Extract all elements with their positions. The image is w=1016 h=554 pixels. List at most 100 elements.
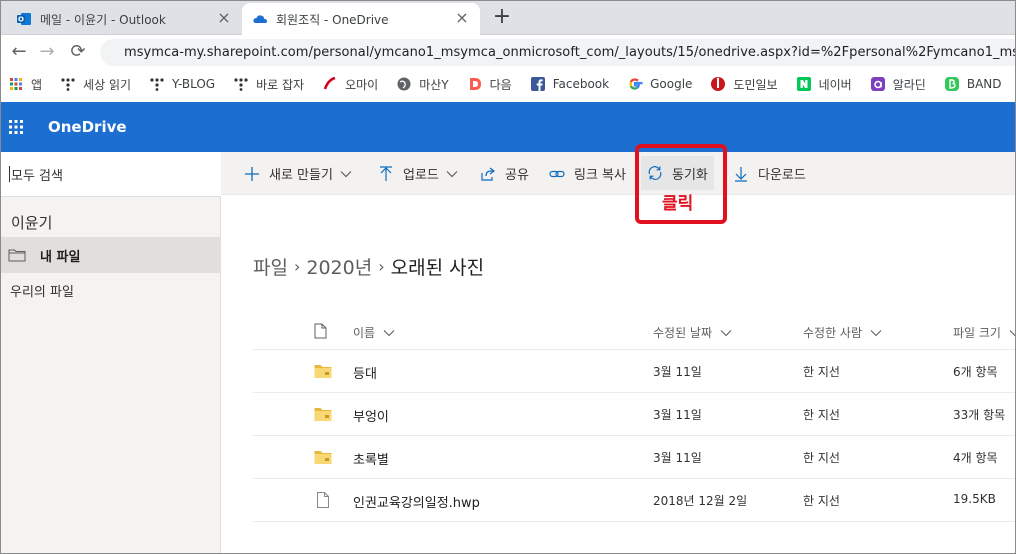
back-icon[interactable]: ← [8,41,30,63]
bookmark-item[interactable]: Google [627,76,692,92]
column-label: 수정한 사람 [803,326,863,340]
chevron-right-icon: › [378,257,385,276]
column-header-size[interactable]: 파일 크기 [953,324,1016,341]
chevron-down-icon [870,329,882,336]
nav-item-my-files[interactable]: 내 파일 [0,237,221,273]
download-label: 다운로드 [758,168,806,183]
plus-icon [245,166,259,181]
address-bar[interactable]: msymca-my.sharepoint.com/personal/ymcano… [100,39,1016,66]
new-button[interactable]: 새로 만들기 [244,152,352,195]
table-row[interactable]: 부엉이 3월 11일 한 지선 33개 항목 [253,393,1016,436]
modified-date: 3월 11일 [653,365,702,379]
ohmy-icon [323,76,336,90]
bookmark-label: 세상 읽기 [83,77,132,92]
modified-by: 한 지선 [803,408,840,422]
modified-date: 3월 11일 [653,408,702,422]
globe-icon [397,77,411,91]
upload-label: 업로드 [403,168,439,183]
bookmark-item[interactable]: 네이버 [796,76,852,93]
dots-icon [234,78,248,91]
left-navigation: 모두 검색 이윤기 내 파일 우리의 파일 [0,152,221,554]
bookmark-item[interactable]: Facebook [530,76,609,92]
list-header: 이름 수정된 날짜 수정한 사람 파일 크기 [253,310,1016,350]
nav-item-shared[interactable]: 우리의 파일 [10,281,74,300]
folder-icon [314,408,332,421]
bookmarks-bar: 앱 세상 읽기 Y-BLOG 바로 잡자 오마이 마산Y 다음 Facebook… [0,68,1016,100]
bookmark-label: 마산Y [419,77,449,92]
bookmark-label: Google [650,77,693,91]
upload-button[interactable]: 업로드 [378,152,458,195]
bookmark-item[interactable]: BAND [944,76,1002,92]
daum-icon [469,78,481,90]
bookmark-label: 오마이 [345,77,379,92]
aladin-icon [870,77,885,91]
app-launcher-icon[interactable] [8,119,24,135]
share-button[interactable]: 공유 [480,152,529,195]
file-name[interactable]: 부엉이 [353,406,389,425]
close-icon[interactable]: × [216,10,232,27]
bookmark-label: 알라딘 [892,77,926,92]
table-row[interactable]: 초록별 3월 11일 한 지선 4개 항목 [253,436,1016,479]
breadcrumb-item[interactable]: 2020년 [306,253,372,280]
download-button[interactable]: 다운로드 [733,152,806,195]
file-type-icon[interactable] [314,323,327,339]
column-header-modified-by[interactable]: 수정한 사람 [803,324,882,341]
search-placeholder: 모두 검색 [11,168,63,184]
bookmark-apps[interactable]: 앱 [8,76,42,93]
text-cursor [9,166,10,182]
google-icon [629,78,643,90]
naver-icon [796,77,811,91]
table-row[interactable]: 등대 3월 11일 한 지선 6개 항목 [253,350,1016,393]
table-row[interactable]: 인권교육강의일정.hwp 2018년 12월 2일 한 지선 19.5KB [253,479,1016,522]
file-name[interactable]: 인권교육강의일정.hwp [353,492,480,511]
reload-icon[interactable]: ⟳ [67,41,89,63]
app-brand[interactable]: OneDrive [48,118,127,136]
file-name[interactable]: 초록별 [353,449,389,468]
browser-toolbar: ← → ⟳ msymca-my.sharepoint.com/personal/… [0,35,1016,68]
bookmark-item[interactable]: 다음 [467,76,512,93]
bookmark-item[interactable]: 마산Y [396,76,449,93]
search-input[interactable]: 모두 검색 [0,152,221,197]
folder-outline-icon [8,249,26,262]
browser-tab-strip: O 메일 - 이윤기 - Outlook × 회원조직 - OneDrive ×… [0,0,1016,35]
upload-icon [380,165,392,181]
tab-onedrive[interactable]: 회원조직 - OneDrive × [242,3,480,35]
bookmark-label: 바로 잡자 [256,77,305,92]
bookmark-label: Y-BLOG [172,77,216,91]
bookmark-item[interactable]: Y-BLOG [149,76,215,92]
file-name[interactable]: 등대 [353,363,377,382]
column-header-modified[interactable]: 수정된 날짜 [653,324,732,341]
bookmark-item[interactable]: 알라딘 [870,76,926,93]
bookmark-item[interactable]: 바로 잡자 [233,76,304,93]
new-tab-button[interactable]: + [490,6,514,30]
click-annotation-label: 클릭 [662,194,694,214]
modified-date: 3월 11일 [653,451,702,465]
copy-link-label: 링크 복사 [574,168,626,183]
chevron-down-icon [446,170,458,177]
file-list: 이름 수정된 날짜 수정한 사람 파일 크기 등대 3월 11일 한 지선 6개… [253,310,1016,522]
copy-link-button[interactable]: 링크 복사 [549,152,626,195]
forward-icon[interactable]: → [36,41,58,63]
breadcrumb-current: 오래된 사진 [390,257,485,279]
column-label: 파일 크기 [953,326,1001,340]
chevron-down-icon [720,329,732,336]
tab-outlook[interactable]: O 메일 - 이윤기 - Outlook × [6,3,242,35]
bookmark-item[interactable]: 세상 읽기 [60,76,131,93]
bookmark-label: 앱 [31,77,43,92]
column-header-name[interactable]: 이름 [353,324,395,341]
document-icon [317,492,329,508]
dots-icon [150,78,164,91]
modified-date: 2018년 12월 2일 [653,494,748,508]
breadcrumb: 파일 › 2020년 › 오래된 사진 [253,253,484,280]
close-icon[interactable]: × [454,10,470,27]
bookmark-label: 네이버 [818,77,852,92]
bookmark-item[interactable]: 오마이 [322,76,378,93]
breadcrumb-item[interactable]: 파일 [253,253,288,280]
chevron-right-icon: › [293,257,301,276]
domin-icon [711,77,726,91]
dots-icon [61,78,75,91]
share-icon [481,167,495,181]
bookmark-label: BAND [966,77,1002,91]
download-icon [735,166,747,182]
bookmark-item[interactable]: 도민일보 [710,76,778,93]
